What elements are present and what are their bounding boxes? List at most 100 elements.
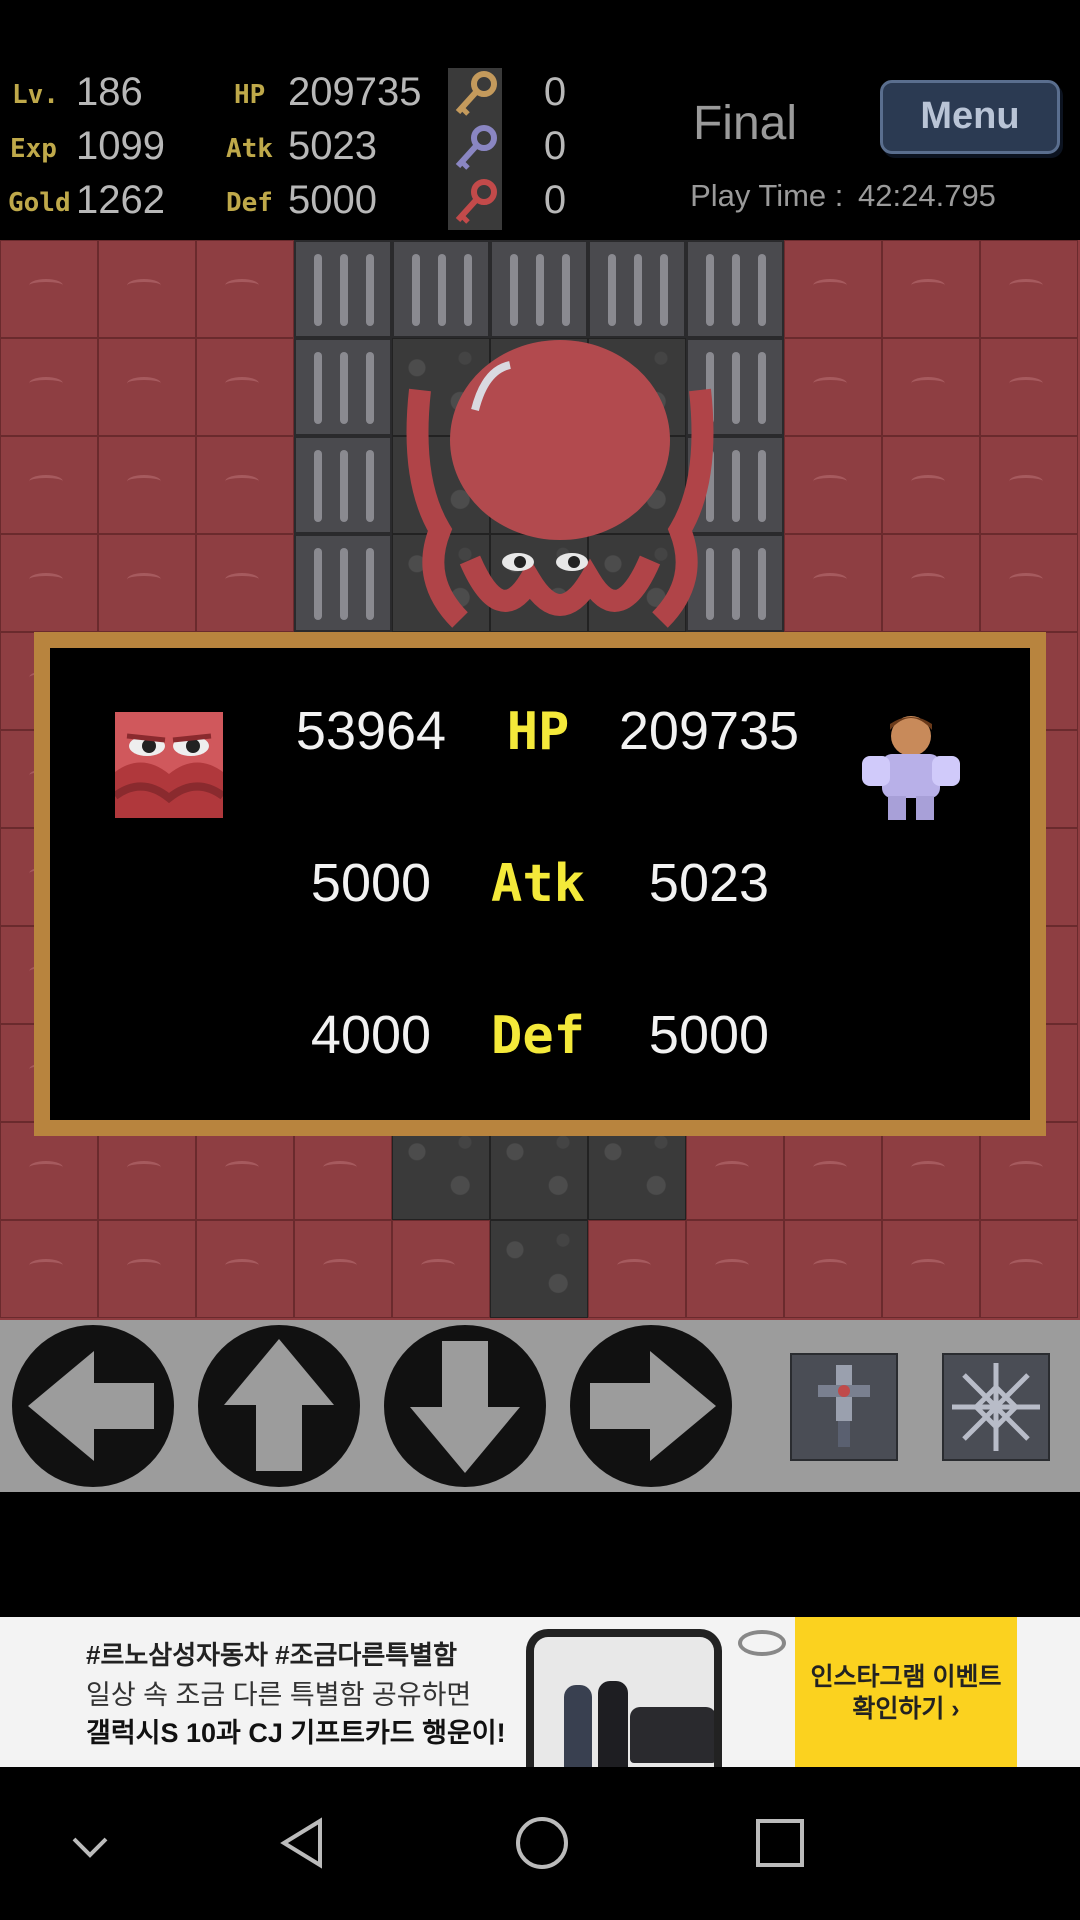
blue-key-icon <box>448 122 502 176</box>
red-floor-tile <box>98 240 196 338</box>
red-floor-tile <box>294 1122 392 1220</box>
red-floor-tile <box>784 534 882 632</box>
def-label: Def <box>491 1006 585 1066</box>
hero-def-value: 5000 <box>648 1005 770 1065</box>
red-key-count: 0 <box>543 178 567 222</box>
red-floor-tile <box>980 1220 1078 1318</box>
ad-text-line-2: 일상 속 조금 다른 특별함 공유하면 <box>86 1680 472 1710</box>
gold-value: 1262 <box>76 178 165 222</box>
play-time: Play Time : 42:24.795 <box>630 178 1050 214</box>
red-floor-tile <box>98 534 196 632</box>
stone-floor-tile <box>392 1122 490 1220</box>
hero-knight-icon <box>862 716 960 820</box>
ad-cta-line-1: 인스타그램 이벤트 <box>810 1663 1002 1691</box>
stone-floor-tile <box>490 1220 588 1318</box>
red-floor-tile <box>882 240 980 338</box>
red-floor-tile <box>196 534 294 632</box>
wall-floor-tile <box>294 534 392 632</box>
atk-label: Atk <box>226 134 273 164</box>
octopus-boss-sprite <box>406 340 714 628</box>
yellow-key-count: 0 <box>543 70 567 114</box>
red-floor-tile <box>784 1220 882 1318</box>
red-floor-tile <box>980 1122 1078 1220</box>
exp-value: 1099 <box>76 124 165 168</box>
wall-floor-tile <box>686 240 784 338</box>
stats-row-3: Gold 1262 Def 5000 <box>0 176 600 230</box>
red-floor-tile <box>98 338 196 436</box>
red-floor-tile <box>686 1122 784 1220</box>
red-floor-tile <box>784 1122 882 1220</box>
red-floor-tile <box>980 240 1078 338</box>
red-floor-tile <box>882 338 980 436</box>
red-floor-tile <box>196 338 294 436</box>
stone-floor-tile <box>588 1122 686 1220</box>
red-floor-tile <box>196 1122 294 1220</box>
level-value: 186 <box>76 70 143 114</box>
stone-floor-tile <box>490 1122 588 1220</box>
red-key-icon <box>448 176 502 230</box>
wall-floor-tile <box>294 240 392 338</box>
red-floor-tile <box>196 240 294 338</box>
red-floor-tile <box>98 1122 196 1220</box>
ad-text-line-3: 갤럭시S 10과 CJ 기프트카드 행운이! <box>86 1718 506 1748</box>
red-floor-tile <box>0 240 98 338</box>
ad-cta-line-2: 확인하기 › <box>852 1695 960 1723</box>
play-time-value: 42:24.795 <box>858 178 996 213</box>
hp-label: HP <box>234 80 266 110</box>
red-floor-tile <box>882 534 980 632</box>
stats-row-2: Exp 1099 Atk 5023 <box>0 122 600 176</box>
red-floor-tile <box>0 338 98 436</box>
left-arrow-button[interactable] <box>12 1325 174 1487</box>
red-floor-tile <box>0 534 98 632</box>
wall-floor-tile <box>294 338 392 436</box>
red-floor-tile <box>294 1220 392 1318</box>
red-floor-tile <box>196 1220 294 1318</box>
right-arrow-icon <box>590 1351 716 1461</box>
red-floor-tile <box>784 240 882 338</box>
up-arrow-icon <box>224 1339 334 1471</box>
red-floor-tile <box>882 1122 980 1220</box>
sword-item-icon <box>818 1365 870 1447</box>
octopus-enemy-icon <box>115 712 223 818</box>
hero-hp-value: 209735 <box>618 701 800 761</box>
sword-item-button[interactable] <box>790 1353 898 1461</box>
red-floor-tile <box>98 436 196 534</box>
down-arrow-button[interactable] <box>384 1325 546 1487</box>
left-arrow-icon <box>28 1351 154 1461</box>
red-floor-tile <box>0 1220 98 1318</box>
red-floor-tile <box>882 436 980 534</box>
floor-name: Final <box>692 97 798 150</box>
wall-floor-tile <box>392 240 490 338</box>
ad-brand-logo <box>738 1630 786 1656</box>
snowflake-item-button[interactable] <box>942 1353 1050 1461</box>
gold-label: Gold <box>8 188 71 218</box>
up-arrow-button[interactable] <box>198 1325 360 1487</box>
back-icon[interactable] <box>270 1811 334 1875</box>
def-label: Def <box>226 188 273 218</box>
red-floor-tile <box>196 436 294 534</box>
system-nav-bar <box>0 1767 1080 1920</box>
yellow-key-icon <box>448 68 502 122</box>
red-floor-tile <box>980 338 1078 436</box>
ad-cta-button[interactable]: 인스타그램 이벤트 확인하기 › <box>795 1617 1017 1767</box>
ad-phone-image <box>526 1629 722 1767</box>
menu-button[interactable]: Menu <box>880 80 1060 154</box>
red-floor-tile <box>686 1220 784 1318</box>
def-value: 5000 <box>288 178 377 222</box>
recents-icon[interactable] <box>748 1811 812 1875</box>
hp-value: 209735 <box>288 70 422 114</box>
blue-key-count: 0 <box>543 124 567 168</box>
hide-keyboard-icon[interactable] <box>62 1819 118 1875</box>
right-arrow-button[interactable] <box>570 1325 732 1487</box>
wall-floor-tile <box>588 240 686 338</box>
down-arrow-icon <box>410 1341 520 1473</box>
atk-value: 5023 <box>288 124 377 168</box>
enemy-hp-value: 53964 <box>295 701 447 761</box>
red-floor-tile <box>980 534 1078 632</box>
atk-label: Atk <box>491 854 585 914</box>
hero-atk-value: 5023 <box>648 853 770 913</box>
home-icon[interactable] <box>508 1809 576 1877</box>
exp-label: Exp <box>10 134 57 164</box>
red-floor-tile <box>882 1220 980 1318</box>
enemy-atk-value: 5000 <box>310 853 432 913</box>
